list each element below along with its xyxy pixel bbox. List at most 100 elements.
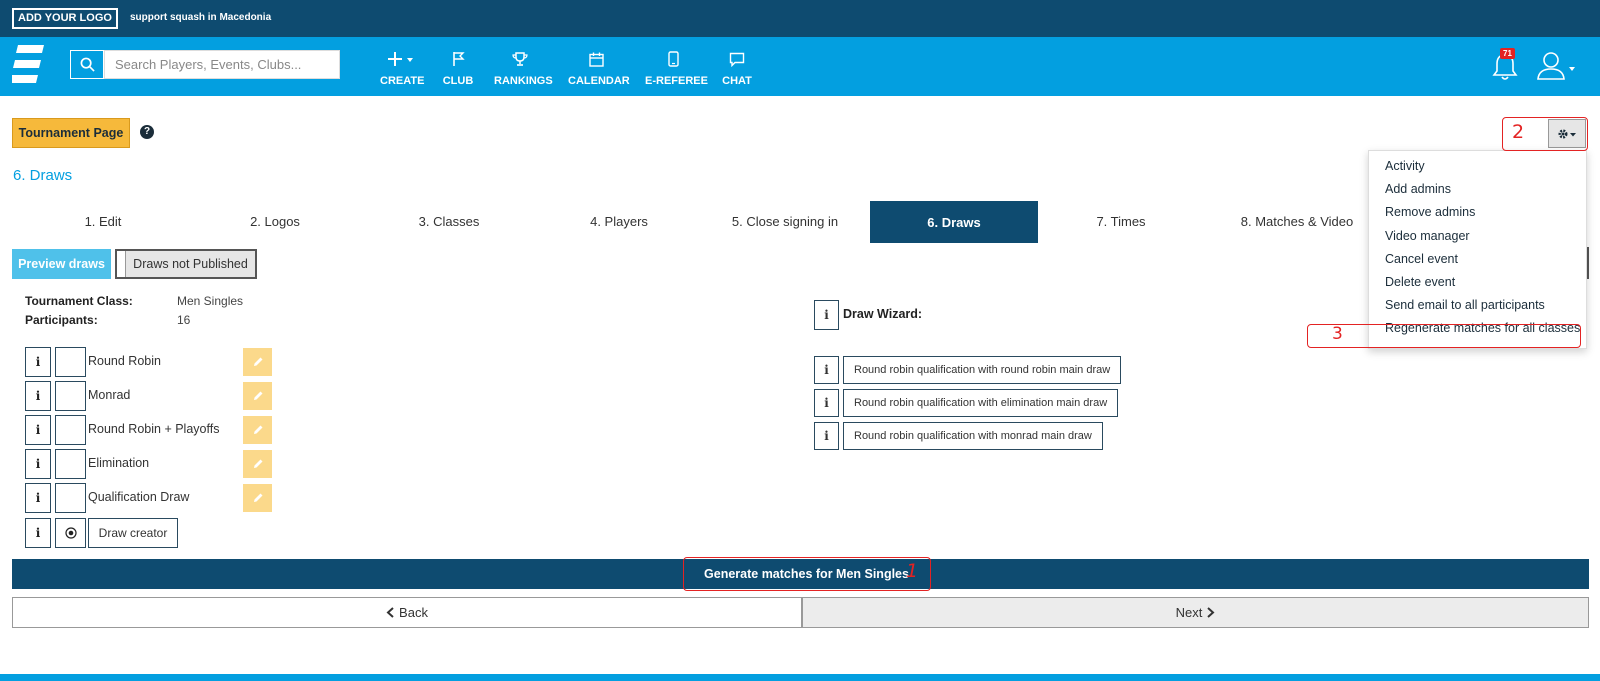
panel-edge — [1587, 247, 1589, 279]
draw-type-checkbox[interactable] — [55, 347, 86, 377]
tab-logos[interactable]: 2. Logos — [196, 201, 354, 243]
menu-item-remove-admins[interactable]: Remove admins — [1385, 205, 1475, 219]
info-icon[interactable]: i — [814, 356, 839, 384]
help-icon[interactable]: ? — [140, 125, 154, 139]
tab-close-signing-in[interactable]: 5. Close signing in — [700, 201, 870, 243]
nav-create-label: CREATE — [380, 75, 425, 87]
annotation-box-1 — [683, 557, 931, 591]
tab-players[interactable]: 4. Players — [540, 201, 698, 243]
nav-e-referee[interactable]: E-REFEREE — [645, 49, 708, 87]
info-icon[interactable]: i — [25, 381, 51, 411]
tournament-page-button[interactable]: Tournament Page — [12, 118, 130, 148]
user-menu-icon[interactable] — [1536, 50, 1578, 82]
chevron-right-icon — [1207, 607, 1215, 618]
annotation-box-3 — [1307, 324, 1581, 348]
menu-item-send-email[interactable]: Send email to all participants — [1385, 298, 1545, 312]
edit-draw-button[interactable] — [243, 484, 272, 512]
edit-draw-button[interactable] — [243, 450, 272, 478]
pencil-icon — [253, 459, 262, 468]
info-icon[interactable]: i — [814, 422, 839, 450]
wizard-option-button[interactable]: Round robin qualification with round rob… — [843, 356, 1122, 384]
tournament-class-label: Tournament Class: — [25, 294, 133, 308]
annotation-number-2: 2 — [1512, 121, 1525, 143]
draw-type-label: Round Robin — [88, 354, 161, 368]
annotation-number-3: 3 — [1332, 324, 1343, 344]
wizard-option-button[interactable]: Round robin qualification with monrad ma… — [843, 422, 1103, 450]
info-icon[interactable]: i — [25, 347, 51, 377]
nav-chat-label: CHAT — [722, 75, 752, 87]
search-button[interactable] — [70, 50, 104, 79]
annotation-number-1: 1 — [906, 560, 919, 582]
tab-draws[interactable]: 6. Draws — [870, 201, 1038, 243]
wizard-option-button[interactable]: Round robin qualification with eliminati… — [843, 389, 1119, 417]
pencil-icon — [253, 357, 262, 366]
nav-club[interactable]: CLUB — [441, 49, 475, 87]
top-bar: ADD YOUR LOGO support squash in Macedoni… — [0, 0, 1600, 37]
tab-edit[interactable]: 1. Edit — [24, 201, 182, 243]
flag-icon — [453, 52, 465, 66]
chat-icon — [729, 52, 745, 67]
notification-count-badge: 71 — [1500, 48, 1515, 59]
edit-draw-button[interactable] — [243, 348, 272, 376]
menu-item-activity[interactable]: Activity — [1385, 159, 1425, 173]
publish-status-label: Draws not Published — [125, 251, 255, 277]
draw-creator-radio[interactable] — [55, 518, 86, 548]
pencil-icon — [253, 425, 262, 434]
info-icon[interactable]: i — [814, 389, 839, 417]
back-button[interactable]: Back — [12, 597, 802, 628]
nav-rankings[interactable]: RANKINGS — [494, 49, 553, 87]
trophy-icon — [512, 52, 528, 66]
edit-draw-button[interactable] — [243, 382, 272, 410]
plus-icon — [388, 52, 413, 66]
info-icon[interactable]: i — [25, 518, 51, 548]
wizard-info-icon[interactable]: i — [814, 300, 839, 330]
draw-type-checkbox[interactable] — [55, 483, 86, 513]
search-input[interactable] — [104, 50, 340, 79]
publish-toggle[interactable]: Draws not Published — [115, 249, 257, 279]
draw-type-label: Monrad — [88, 388, 131, 402]
footer-strip — [0, 674, 1600, 681]
site-logo[interactable]: ADD YOUR LOGO — [12, 8, 118, 29]
draw-type-checkbox[interactable] — [55, 415, 86, 445]
tab-matches-video[interactable]: 8. Matches & Video — [1218, 201, 1376, 243]
participants-value: 16 — [177, 313, 191, 327]
menu-item-delete-event[interactable]: Delete event — [1385, 275, 1455, 289]
settings-dropdown-menu: Activity Add admins Remove admins Video … — [1368, 150, 1587, 349]
draw-wizard-title: Draw Wizard: — [843, 307, 923, 321]
tab-times[interactable]: 7. Times — [1046, 201, 1196, 243]
chevron-left-icon — [386, 607, 394, 618]
radio-selected-icon — [64, 527, 77, 539]
menu-item-video-manager[interactable]: Video manager — [1385, 229, 1470, 243]
menu-item-cancel-event[interactable]: Cancel event — [1385, 252, 1458, 266]
nav-calendar[interactable]: CALENDAR — [568, 49, 630, 87]
nav-e-referee-label: E-REFEREE — [645, 75, 708, 87]
info-icon[interactable]: i — [25, 483, 51, 513]
preview-draws-button[interactable]: Preview draws — [12, 249, 111, 279]
nav-rankings-label: RANKINGS — [494, 75, 553, 87]
pencil-icon — [253, 493, 262, 502]
tournament-class-value: Men Singles — [177, 294, 244, 308]
edit-draw-button[interactable] — [243, 416, 272, 444]
draw-type-checkbox[interactable] — [55, 381, 86, 411]
info-icon[interactable]: i — [25, 415, 51, 445]
page-title: 6. Draws — [13, 167, 73, 184]
nav-club-label: CLUB — [442, 75, 474, 87]
menu-item-add-admins[interactable]: Add admins — [1385, 182, 1451, 196]
draw-type-label: Round Robin + Playoffs — [88, 422, 220, 436]
draw-type-label: Qualification Draw — [88, 490, 190, 504]
info-icon[interactable]: i — [25, 449, 51, 479]
draw-creator-button[interactable]: Draw creator — [88, 518, 178, 548]
nav-create[interactable]: CREATE — [380, 49, 425, 87]
nav-calendar-label: CALENDAR — [568, 75, 630, 87]
tab-classes[interactable]: 3. Classes — [370, 201, 528, 243]
participants-label: Participants: — [25, 313, 98, 327]
calendar-icon — [588, 52, 604, 67]
next-label: Next — [1175, 605, 1203, 620]
mobile-icon — [667, 51, 679, 67]
brand-logo-icon[interactable] — [12, 45, 44, 85]
back-label: Back — [399, 605, 428, 620]
nav-chat[interactable]: CHAT — [720, 49, 754, 87]
draw-type-checkbox[interactable] — [55, 449, 86, 479]
pencil-icon — [253, 391, 262, 400]
next-button[interactable]: Next — [802, 597, 1589, 628]
